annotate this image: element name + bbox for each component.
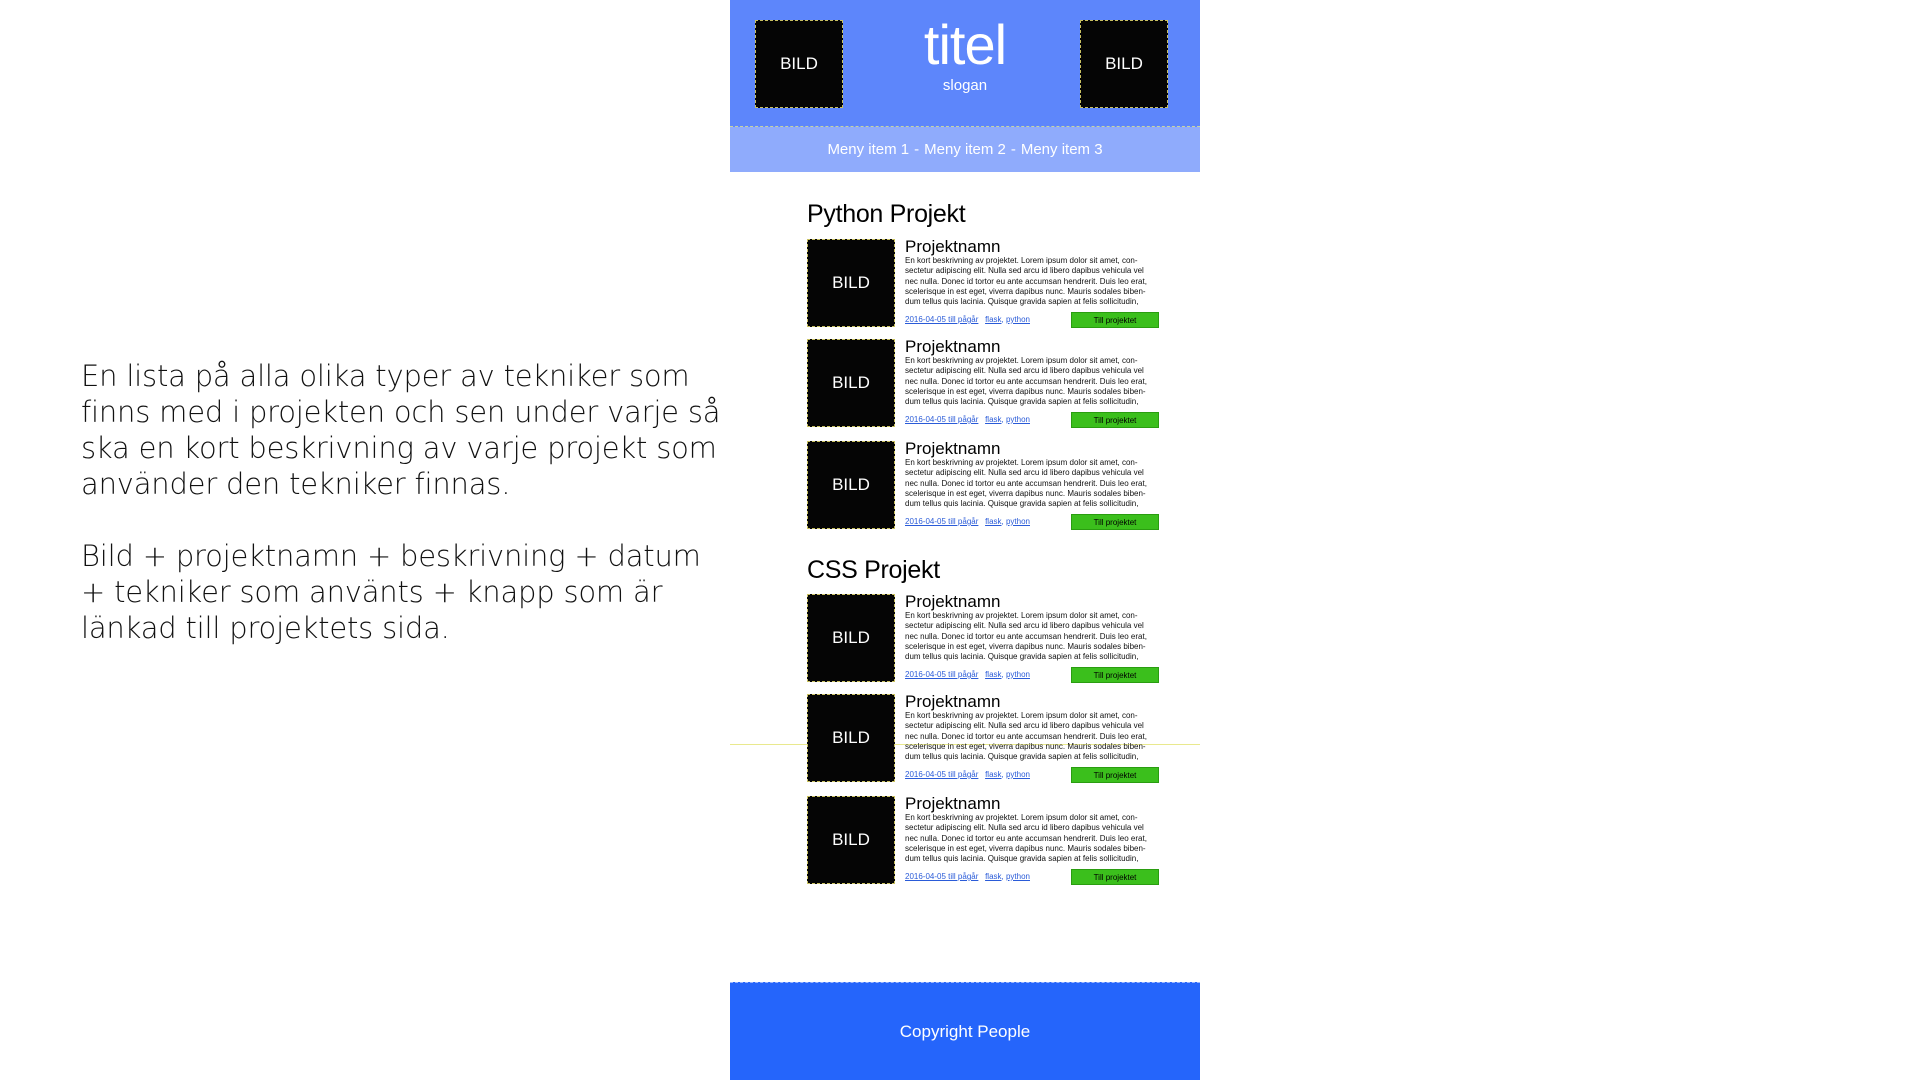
project-date-link[interactable]: 2016-04-05 till pågår: [905, 517, 978, 526]
tech-link[interactable]: python: [1006, 415, 1030, 424]
project-card: BILD Projektnamn En kort beskrivning av …: [807, 794, 1177, 888]
annotation-paragraph: En lista på alla olika typer av tekniker…: [81, 359, 721, 501]
tech-link[interactable]: python: [1006, 315, 1030, 324]
project-description: En kort beskrivning av projektet. Lorem …: [905, 256, 1147, 307]
project-image-placeholder: BILD: [807, 239, 895, 327]
section-title-css: CSS Projekt: [807, 556, 940, 584]
to-project-button[interactable]: Till projektet: [1071, 412, 1159, 428]
project-date-link[interactable]: 2016-04-05 till pågår: [905, 770, 978, 779]
menu-item-1[interactable]: Meny item 1: [827, 141, 909, 158]
project-card: BILD Projektnamn En kort beskrivning av …: [807, 237, 1177, 331]
tech-link[interactable]: flask: [985, 872, 1001, 881]
project-meta: 2016-04-05 till pågår flask, python: [905, 415, 1030, 424]
project-description: En kort beskrivning av projektet. Lorem …: [905, 611, 1147, 662]
project-image-placeholder: BILD: [807, 339, 895, 427]
project-name: Projektnamn: [905, 439, 1001, 458]
annotation-paragraph: Bild + projektnamn + beskrivning + datum…: [81, 539, 701, 645]
project-image-placeholder: BILD: [807, 796, 895, 884]
site-footer: Copyright People: [730, 982, 1200, 1080]
to-project-button[interactable]: Till projektet: [1071, 869, 1159, 885]
project-date-link[interactable]: 2016-04-05 till pågår: [905, 872, 978, 881]
header-image-placeholder: BILD: [1080, 20, 1168, 108]
project-description: En kort beskrivning av projektet. Lorem …: [905, 711, 1147, 762]
tech-link[interactable]: python: [1006, 517, 1030, 526]
footer-copyright: Copyright People: [899, 1022, 1031, 1041]
project-date-link[interactable]: 2016-04-05 till pågår: [905, 670, 978, 679]
project-meta: 2016-04-05 till pågår flask, python: [905, 517, 1030, 526]
menu-item-2[interactable]: Meny item 2: [924, 141, 1006, 158]
to-project-button[interactable]: Till projektet: [1071, 312, 1159, 328]
tech-link[interactable]: python: [1006, 770, 1030, 779]
menu-separator: -: [914, 141, 920, 158]
project-name: Projektnamn: [905, 592, 1001, 611]
project-name: Projektnamn: [905, 794, 1001, 813]
annotation-text: En lista på alla olika typer av tekniker…: [81, 358, 721, 682]
section-title-python: Python Projekt: [807, 200, 966, 228]
project-card: BILD Projektnamn En kort beskrivning av …: [807, 592, 1177, 686]
tech-link[interactable]: flask: [985, 415, 1001, 424]
project-date-link[interactable]: 2016-04-05 till pågår: [905, 415, 978, 424]
to-project-button[interactable]: Till projektet: [1071, 767, 1159, 783]
project-card: BILD Projektnamn En kort beskrivning av …: [807, 439, 1177, 533]
menu-item-3[interactable]: Meny item 3: [1021, 141, 1103, 158]
project-meta: 2016-04-05 till pågår flask, python: [905, 670, 1030, 679]
project-image-placeholder: BILD: [807, 594, 895, 682]
project-card: BILD Projektnamn En kort beskrivning av …: [807, 337, 1177, 431]
menu-separator: -: [1010, 141, 1016, 158]
tech-link[interactable]: flask: [985, 670, 1001, 679]
tech-link[interactable]: python: [1006, 670, 1030, 679]
to-project-button[interactable]: Till projektet: [1071, 667, 1159, 683]
project-image-placeholder: BILD: [807, 441, 895, 529]
project-meta: 2016-04-05 till pågår flask, python: [905, 872, 1030, 881]
project-card: BILD Projektnamn En kort beskrivning av …: [807, 692, 1177, 786]
project-description: En kort beskrivning av projektet. Lorem …: [905, 356, 1147, 407]
tech-link[interactable]: flask: [985, 517, 1001, 526]
project-name: Projektnamn: [905, 692, 1001, 711]
project-name: Projektnamn: [905, 237, 1001, 256]
site-header: BILD titel slogan BILD: [730, 0, 1200, 127]
project-description: En kort beskrivning av projektet. Lorem …: [905, 813, 1147, 864]
tech-link[interactable]: flask: [985, 315, 1001, 324]
website-mockup: BILD titel slogan BILD Meny item 1 - Men…: [730, 0, 1200, 1080]
nav-menu: Meny item 1 - Meny item 2 - Meny item 3: [730, 127, 1200, 172]
project-date-link[interactable]: 2016-04-05 till pågår: [905, 315, 978, 324]
tech-link[interactable]: flask: [985, 770, 1001, 779]
to-project-button[interactable]: Till projektet: [1071, 514, 1159, 530]
project-description: En kort beskrivning av projektet. Lorem …: [905, 458, 1147, 509]
project-image-placeholder: BILD: [807, 694, 895, 782]
project-meta: 2016-04-05 till pågår flask, python: [905, 770, 1030, 779]
tech-link[interactable]: python: [1006, 872, 1030, 881]
project-meta: 2016-04-05 till pågår flask, python: [905, 315, 1030, 324]
project-name: Projektnamn: [905, 337, 1001, 356]
